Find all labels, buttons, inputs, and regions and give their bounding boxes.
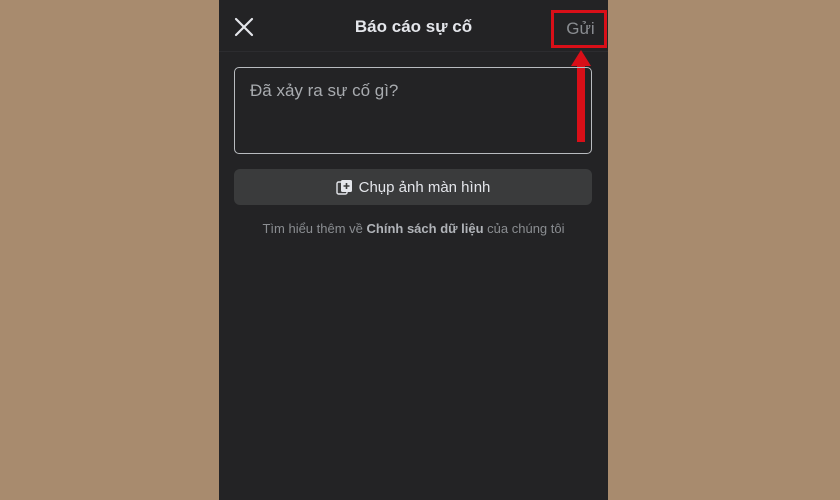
page-title: Báo cáo sự cố — [354, 17, 473, 36]
add-photo-icon — [335, 179, 352, 195]
policy-prefix: Tìm hiểu thêm về — [262, 221, 367, 236]
report-problem-screen: Báo cáo sự cố Gửi Chụp ảnh màn hình Tìm … — [219, 0, 608, 500]
send-button[interactable]: Gửi — [553, 12, 608, 46]
problem-description-input[interactable] — [234, 67, 592, 154]
data-policy-note: Tìm hiểu thêm về Chính sách dữ liệu của … — [219, 221, 608, 236]
policy-suffix: của chúng tôi — [483, 221, 565, 236]
take-screenshot-button[interactable]: Chụp ảnh màn hình — [234, 169, 592, 205]
data-policy-link[interactable]: Chính sách dữ liệu — [367, 221, 484, 236]
take-screenshot-label: Chụp ảnh màn hình — [358, 178, 491, 196]
header-bar: Báo cáo sự cố Gửi — [219, 0, 608, 52]
